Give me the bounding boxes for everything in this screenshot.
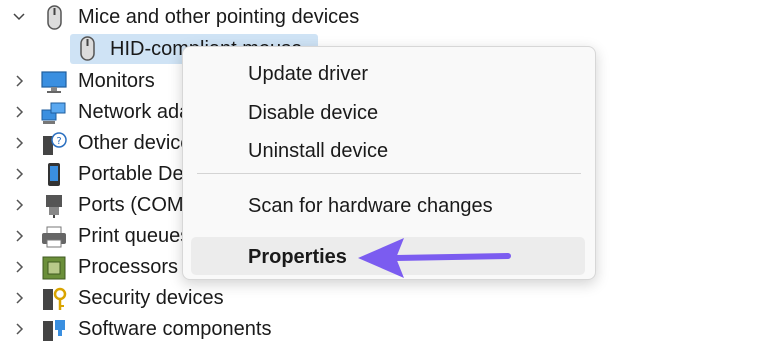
software-component-icon bbox=[43, 320, 65, 341]
tree-category-software[interactable]: Software components bbox=[0, 314, 768, 345]
mouse-icon bbox=[80, 36, 95, 61]
printer-icon bbox=[42, 226, 66, 248]
chevron-right-icon[interactable] bbox=[12, 74, 26, 88]
unknown-device-icon: ? bbox=[43, 132, 67, 155]
chevron-right-icon[interactable] bbox=[12, 322, 26, 336]
svg-text:?: ? bbox=[56, 136, 61, 147]
monitor-icon bbox=[41, 71, 67, 93]
tree-category-label: Processors bbox=[78, 256, 179, 278]
chevron-right-icon[interactable] bbox=[12, 105, 26, 119]
chevron-right-icon[interactable] bbox=[12, 229, 26, 243]
tree-category-security[interactable]: Security devices bbox=[0, 283, 768, 314]
tree-category-label: Monitors bbox=[78, 70, 155, 92]
menu-item-disable-device[interactable]: Disable device bbox=[191, 93, 585, 131]
menu-item-label: Uninstall device bbox=[248, 140, 389, 162]
menu-item-label: Properties bbox=[248, 246, 347, 268]
chevron-down-icon[interactable] bbox=[12, 10, 26, 24]
tree-category-label: Mice and other pointing devices bbox=[78, 6, 360, 28]
menu-item-label: Update driver bbox=[248, 63, 369, 85]
tree-category-mice[interactable]: Mice and other pointing devices bbox=[0, 2, 768, 33]
network-adapter-icon bbox=[41, 102, 66, 124]
chevron-right-icon[interactable] bbox=[12, 260, 26, 274]
menu-separator bbox=[197, 173, 581, 174]
portable-device-icon bbox=[48, 163, 60, 186]
tree-category-label: Security devices bbox=[78, 287, 224, 309]
tree-category-label: Print queues bbox=[78, 225, 191, 247]
menu-item-uninstall-device[interactable]: Uninstall device bbox=[191, 131, 585, 169]
chevron-right-icon[interactable] bbox=[12, 136, 26, 150]
tree-category-label: Software components bbox=[78, 318, 272, 340]
menu-item-scan-hardware[interactable]: Scan for hardware changes bbox=[191, 186, 585, 224]
chevron-right-icon[interactable] bbox=[12, 167, 26, 181]
mouse-icon bbox=[47, 5, 62, 30]
chevron-right-icon[interactable] bbox=[12, 291, 26, 305]
security-device-icon bbox=[43, 287, 67, 310]
menu-item-label: Disable device bbox=[248, 102, 379, 124]
menu-item-update-driver[interactable]: Update driver bbox=[191, 54, 585, 92]
port-icon bbox=[46, 195, 62, 218]
menu-item-label: Scan for hardware changes bbox=[248, 195, 493, 217]
processor-icon bbox=[42, 256, 66, 280]
chevron-right-icon[interactable] bbox=[12, 198, 26, 212]
pointer-arrow-icon bbox=[358, 238, 511, 278]
